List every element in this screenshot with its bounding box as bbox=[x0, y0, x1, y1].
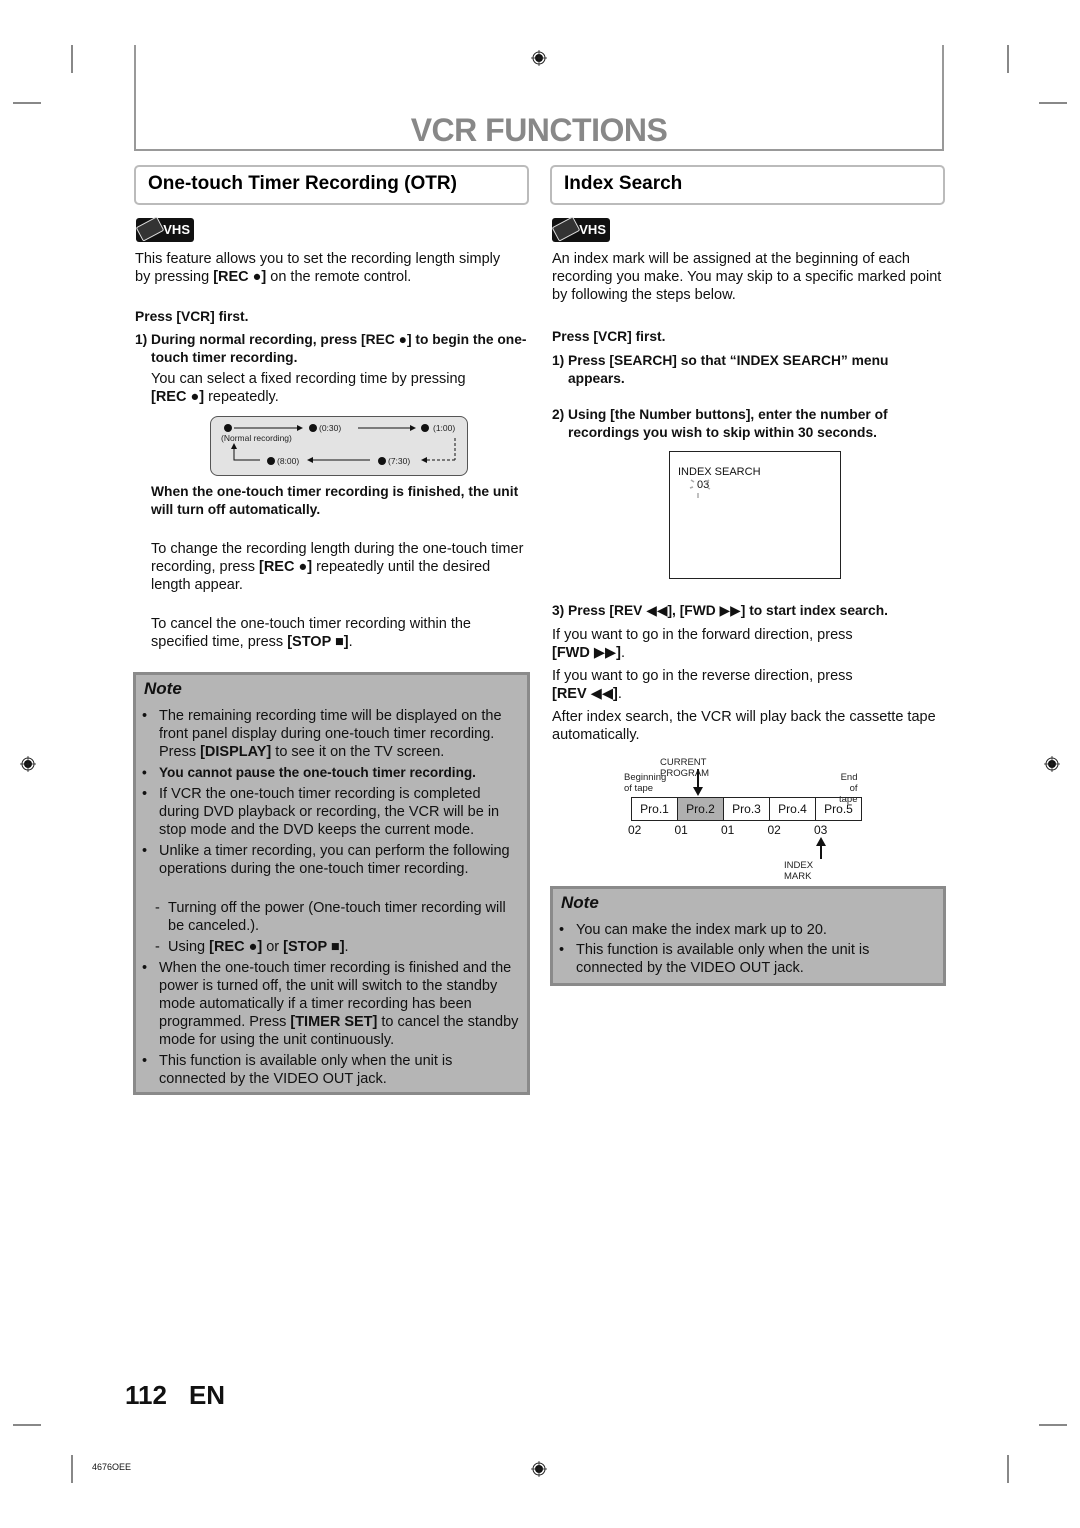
registration-mark-icon bbox=[1044, 756, 1060, 772]
index-mark-count: 03 bbox=[814, 823, 828, 837]
crop-mark bbox=[13, 1424, 41, 1426]
diagram-label: (8:00) bbox=[277, 456, 300, 466]
registration-mark-icon bbox=[20, 756, 36, 772]
index-search-screen: INDEX SEARCH 03 bbox=[669, 451, 841, 579]
registration-mark-icon bbox=[531, 1461, 547, 1477]
blink-indicator-icon bbox=[689, 479, 711, 498]
tape-program-cell: Pro.4 bbox=[769, 797, 816, 821]
crop-mark bbox=[1007, 45, 1009, 73]
rec-dot-icon bbox=[267, 457, 275, 465]
note-item: • Unlike a timer recording, you can perf… bbox=[142, 843, 510, 877]
crop-mark bbox=[71, 45, 73, 73]
note-item: • This function is available only when t… bbox=[142, 1053, 453, 1087]
otr-note-box: Note • The remaining recording time will… bbox=[133, 672, 530, 1095]
index-mark-count: 01 bbox=[721, 823, 735, 837]
note-title: Note bbox=[561, 893, 599, 912]
section-title: Index Search bbox=[564, 173, 683, 194]
diagram-label: (7:30) bbox=[388, 456, 411, 466]
note-title: Note bbox=[144, 679, 182, 698]
page-number: 112 EN bbox=[125, 1380, 226, 1410]
press-vcr-first: Press [VCR] first. bbox=[135, 309, 249, 324]
cassette-icon bbox=[551, 216, 581, 242]
crop-mark bbox=[1007, 1455, 1009, 1483]
vhs-badge: VHS bbox=[135, 216, 194, 242]
index-intro: An index mark will be assigned at the be… bbox=[552, 251, 942, 303]
index-note-box: Note • You can make the index mark up to… bbox=[550, 886, 946, 986]
index-mark-count: 02 bbox=[628, 823, 642, 837]
after-index-search: After index search, the VCR will play ba… bbox=[552, 709, 936, 743]
index-step-1: 1) Press [SEARCH] so that “INDEX SEARCH”… bbox=[552, 353, 889, 386]
diagram-label: (1:00) bbox=[433, 423, 456, 433]
otr-intro: This feature allows you to set the recor… bbox=[135, 251, 501, 285]
otr-finish-note: When the one-touch timer recording is fi… bbox=[151, 484, 519, 517]
otr-step-1-desc: You can select a fixed recording time by… bbox=[151, 371, 466, 405]
crop-mark bbox=[1039, 1424, 1067, 1426]
index-mark-arrow-icon bbox=[816, 837, 826, 859]
rev-direction: If you want to go in the reverse directi… bbox=[552, 668, 853, 702]
current-program-arrow-icon bbox=[693, 769, 703, 796]
diagram-label: (Normal recording) bbox=[221, 433, 292, 443]
vhs-badge: VHS bbox=[551, 216, 610, 242]
index-mark-count: 01 bbox=[674, 823, 688, 837]
section-header-otr: One-touch Timer Recording (OTR) bbox=[134, 165, 529, 205]
fwd-direction: If you want to go in the forward directi… bbox=[552, 627, 853, 661]
product-code: 4676OEE bbox=[92, 1462, 132, 1472]
crop-mark bbox=[71, 1455, 73, 1483]
otr-cancel: To cancel the one-touch timer recording … bbox=[151, 616, 471, 650]
rec-dot-icon bbox=[421, 424, 429, 432]
press-vcr-first: Press [VCR] first. bbox=[552, 329, 666, 344]
note-item: • When the one-touch timer recording is … bbox=[142, 960, 519, 1048]
crop-mark bbox=[13, 102, 41, 104]
tape-program-cell: Pro.2 bbox=[677, 797, 724, 821]
index-mark-label: INDEX MARK bbox=[784, 860, 814, 882]
note-subitem: - Turning off the power (One-touch timer… bbox=[155, 900, 506, 934]
otr-step-1: 1) During normal recording, press [REC ●… bbox=[135, 332, 527, 365]
note-item: • You can make the index mark up to 20. bbox=[559, 922, 827, 938]
rec-dot-icon bbox=[309, 424, 317, 432]
section-title: One-touch Timer Recording (OTR) bbox=[148, 173, 457, 194]
index-mark-count: 02 bbox=[767, 823, 781, 837]
tape-program-cell: Pro.3 bbox=[723, 797, 770, 821]
otr-time-cycle-diagram: (Normal recording) (0:30) (1:00) (7:30) … bbox=[210, 416, 468, 476]
rec-dot-icon bbox=[378, 457, 386, 465]
rec-dot-icon bbox=[224, 424, 232, 432]
otr-change-length: To change the recording length during th… bbox=[151, 541, 524, 593]
note-item: • This function is available only when t… bbox=[559, 942, 870, 976]
tape-program-cell: Pro.1 bbox=[631, 797, 678, 821]
note-subitem: - Using [REC ●] or [STOP ■]. bbox=[155, 939, 349, 955]
cassette-icon bbox=[135, 216, 165, 242]
diagram-label: (0:30) bbox=[319, 423, 342, 433]
index-step-2: 2) Using [the Number buttons], enter the… bbox=[552, 407, 888, 440]
note-item: • If VCR the one-touch timer recording i… bbox=[142, 786, 500, 838]
page-title: VCR FUNCTIONS bbox=[410, 112, 668, 148]
note-item: • The remaining recording time will be d… bbox=[142, 708, 502, 760]
crop-mark bbox=[1039, 102, 1067, 104]
section-header-index-search: Index Search bbox=[550, 165, 945, 205]
beginning-label: Beginning of tape bbox=[624, 772, 667, 794]
note-item: • You cannot pause the one-touch timer r… bbox=[142, 765, 476, 780]
index-step-3: 3) Press [REV ◀◀], [FWD ▶▶] to start ind… bbox=[552, 603, 888, 618]
tape-program-cell: Pro.5 bbox=[815, 797, 862, 821]
